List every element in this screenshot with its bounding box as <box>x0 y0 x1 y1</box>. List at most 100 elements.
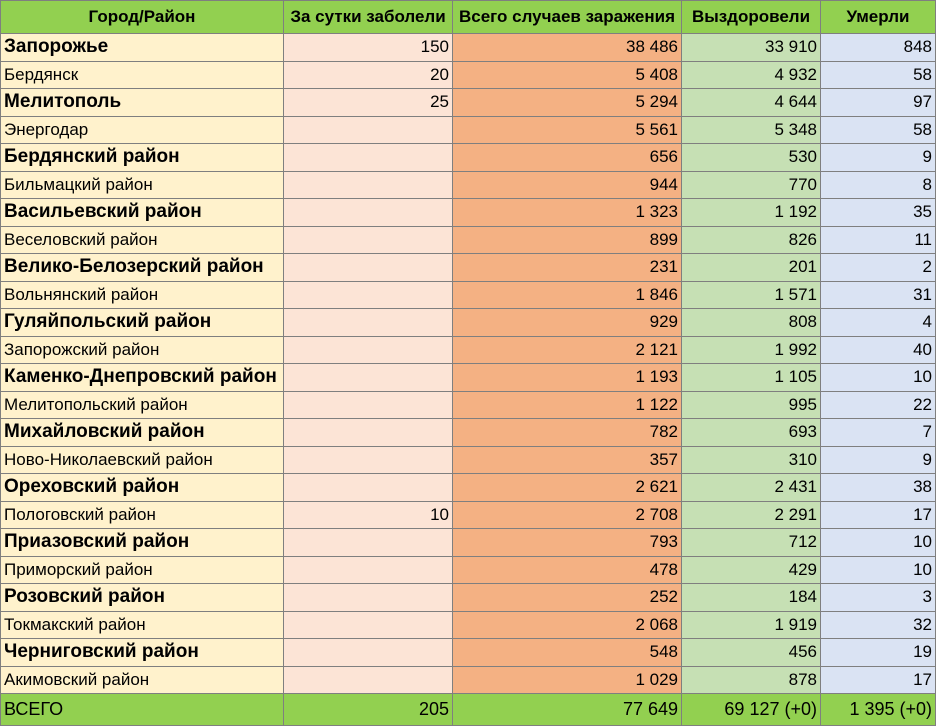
daily-cell[interactable]: 150 <box>283 33 453 62</box>
died-cell[interactable]: 40 <box>820 335 936 364</box>
recovered-cell[interactable]: 2 291 <box>681 500 821 529</box>
region-cell[interactable]: Запорожский район <box>0 335 284 364</box>
total-cell[interactable]: 231 <box>452 253 682 282</box>
recovered-cell[interactable]: 4 644 <box>681 88 821 117</box>
total-cell[interactable]: 5 561 <box>452 115 682 144</box>
daily-cell[interactable] <box>283 610 453 639</box>
recovered-cell[interactable]: 310 <box>681 445 821 474</box>
recovered-cell[interactable]: 530 <box>681 143 821 172</box>
region-cell[interactable]: Черниговский район <box>0 638 284 667</box>
region-cell[interactable]: Токмакский район <box>0 610 284 639</box>
recovered-cell[interactable]: 201 <box>681 253 821 282</box>
recovered-cell[interactable]: 429 <box>681 555 821 584</box>
total-cell[interactable]: 5 294 <box>452 88 682 117</box>
region-cell[interactable]: Пологовский район <box>0 500 284 529</box>
total-cell[interactable]: 1 029 <box>452 665 682 694</box>
daily-cell[interactable] <box>283 583 453 612</box>
died-cell[interactable]: 9 <box>820 445 936 474</box>
recovered-cell[interactable]: 1 919 <box>681 610 821 639</box>
daily-cell[interactable] <box>283 418 453 447</box>
died-cell[interactable]: 32 <box>820 610 936 639</box>
region-cell[interactable]: Приморский район <box>0 555 284 584</box>
total-cell[interactable]: 357 <box>452 445 682 474</box>
region-cell[interactable]: Энергодар <box>0 115 284 144</box>
daily-cell[interactable] <box>283 225 453 254</box>
daily-cell[interactable] <box>283 308 453 337</box>
region-cell[interactable]: Акимовский район <box>0 665 284 694</box>
region-cell[interactable]: Васильевский район <box>0 198 284 227</box>
died-cell[interactable]: 58 <box>820 60 936 89</box>
died-cell[interactable]: 11 <box>820 225 936 254</box>
daily-cell[interactable]: 25 <box>283 88 453 117</box>
daily-cell[interactable] <box>283 473 453 502</box>
total-cell[interactable]: 2 621 <box>452 473 682 502</box>
daily-cell[interactable] <box>283 170 453 199</box>
recovered-cell[interactable]: 770 <box>681 170 821 199</box>
died-cell[interactable]: 17 <box>820 500 936 529</box>
region-cell[interactable]: Мелитополь <box>0 88 284 117</box>
daily-cell[interactable] <box>283 253 453 282</box>
died-cell[interactable]: 19 <box>820 638 936 667</box>
region-cell[interactable]: Бердянск <box>0 60 284 89</box>
total-cell[interactable]: 2 121 <box>452 335 682 364</box>
region-cell[interactable]: Мелитопольский район <box>0 390 284 419</box>
died-cell[interactable]: 3 <box>820 583 936 612</box>
recovered-cell[interactable]: 1 105 <box>681 363 821 392</box>
total-cell[interactable]: 1 323 <box>452 198 682 227</box>
recovered-cell[interactable]: 4 932 <box>681 60 821 89</box>
died-cell[interactable]: 17 <box>820 665 936 694</box>
recovered-cell[interactable]: 995 <box>681 390 821 419</box>
region-cell[interactable]: Бильмацкий район <box>0 170 284 199</box>
region-cell[interactable]: Каменко-Днепровский район <box>0 363 284 392</box>
region-cell[interactable]: Ново-Николаевский район <box>0 445 284 474</box>
daily-cell[interactable] <box>283 555 453 584</box>
recovered-cell[interactable]: 1 992 <box>681 335 821 364</box>
region-cell[interactable]: Ореховский район <box>0 473 284 502</box>
recovered-cell[interactable]: 456 <box>681 638 821 667</box>
recovered-cell[interactable]: 2 431 <box>681 473 821 502</box>
died-cell[interactable]: 10 <box>820 363 936 392</box>
total-cell[interactable]: 478 <box>452 555 682 584</box>
died-cell[interactable]: 848 <box>820 33 936 62</box>
total-cell[interactable]: 5 408 <box>452 60 682 89</box>
recovered-cell[interactable]: 826 <box>681 225 821 254</box>
daily-cell[interactable] <box>283 335 453 364</box>
region-cell[interactable]: Велико-Белозерский район <box>0 253 284 282</box>
recovered-cell[interactable]: 1 571 <box>681 280 821 309</box>
header-daily[interactable]: За сутки заболели <box>283 0 453 34</box>
died-cell[interactable]: 8 <box>820 170 936 199</box>
total-cell[interactable]: 2 068 <box>452 610 682 639</box>
died-cell[interactable]: 10 <box>820 528 936 557</box>
region-cell[interactable]: Розовский район <box>0 583 284 612</box>
region-cell[interactable]: Михайловский район <box>0 418 284 447</box>
region-cell[interactable]: Вольнянский район <box>0 280 284 309</box>
total-cell[interactable]: 793 <box>452 528 682 557</box>
daily-cell[interactable] <box>283 198 453 227</box>
died-cell[interactable]: 4 <box>820 308 936 337</box>
region-cell[interactable]: Бердянский район <box>0 143 284 172</box>
died-cell[interactable]: 38 <box>820 473 936 502</box>
region-cell[interactable]: Запорожье <box>0 33 284 62</box>
died-cell[interactable]: 22 <box>820 390 936 419</box>
daily-cell[interactable] <box>283 390 453 419</box>
died-cell[interactable]: 97 <box>820 88 936 117</box>
daily-cell[interactable] <box>283 638 453 667</box>
daily-cell[interactable] <box>283 445 453 474</box>
total-cell[interactable]: 656 <box>452 143 682 172</box>
died-cell[interactable]: 9 <box>820 143 936 172</box>
died-cell[interactable]: 7 <box>820 418 936 447</box>
region-cell[interactable]: Гуляйпольский район <box>0 308 284 337</box>
died-cell[interactable]: 35 <box>820 198 936 227</box>
recovered-cell[interactable]: 1 192 <box>681 198 821 227</box>
recovered-cell[interactable]: 184 <box>681 583 821 612</box>
daily-cell[interactable] <box>283 115 453 144</box>
total-cell[interactable]: 2 708 <box>452 500 682 529</box>
region-cell[interactable]: Веселовский район <box>0 225 284 254</box>
total-cell[interactable]: 782 <box>452 418 682 447</box>
died-cell[interactable]: 10 <box>820 555 936 584</box>
total-cell[interactable]: 1 122 <box>452 390 682 419</box>
daily-cell[interactable] <box>283 363 453 392</box>
recovered-cell[interactable]: 33 910 <box>681 33 821 62</box>
recovered-cell[interactable]: 878 <box>681 665 821 694</box>
daily-cell[interactable] <box>283 280 453 309</box>
